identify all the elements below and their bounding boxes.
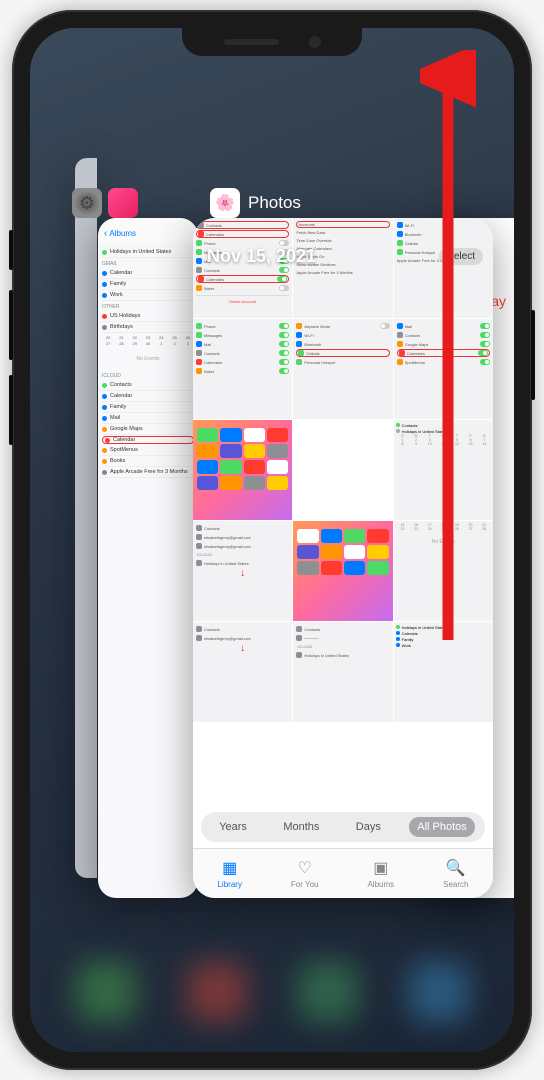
seg-all-photos[interactable]: All Photos [409,817,475,837]
photo-thumb[interactable]: Contacts elizabethgerry@gmail.com elizab… [193,521,292,621]
search-icon: 🔍 [446,858,466,878]
cal-item: Apple Arcade Free for 3 Months [110,469,188,475]
tab-library[interactable]: ▦ Library [217,858,241,889]
photo-thumb[interactable]: Contacts elizabethgerry@gmail.com ↓ [193,622,292,722]
photo-thumb[interactable]: Airplane Mode Wi-Fi Bluetooth Cellular P… [293,319,392,419]
tab-albums[interactable]: ▣ Albums [367,858,394,889]
settings-app-icon[interactable] [72,188,102,218]
screen: ‹ Albums Holidays in United States GMAIL… [30,28,514,1052]
cal-item: Family [110,281,126,287]
photo-thumb[interactable]: Phone Messages Mail Contacts Calendars N… [193,319,292,419]
cal-item: Work [110,292,123,298]
albums-icon: ▣ [373,858,388,878]
cal-item-highlighted: Calendar [113,437,135,443]
small-down-arrow-icon: ↓ [196,643,289,654]
cal-section: ICLOUD [102,370,194,380]
calendar-nav-header[interactable]: ‹ Albums [98,218,198,243]
cal-item: Books [110,458,125,464]
volume-down-button [9,375,13,445]
photo-thumb[interactable]: Contacts Calendars Phone Messages Mail C… [193,218,292,318]
mute-switch [9,230,13,270]
cal-item: Google Maps [110,426,143,432]
iphone-frame: ‹ Albums Holidays in United States GMAIL… [12,10,532,1070]
app-card-title-photos: 🌸 Photos [210,188,301,218]
cal-item: Birthdays [110,324,133,330]
screenshot-app-icon[interactable] [108,188,138,218]
cal-item: Calendar [110,270,132,276]
photos-app-icon: 🌸 [210,188,240,218]
back-chevron-icon: ‹ [104,228,107,239]
app-card-settings[interactable] [75,158,97,878]
cal-item: Mail [110,415,120,421]
cal-item: Family [110,404,126,410]
tab-for-you[interactable]: ♡ For You [291,858,319,889]
photos-tab-bar: ▦ Library ♡ For You ▣ Albums 🔍 Search [193,848,493,898]
app-card-calendar[interactable]: ‹ Albums Holidays in United States GMAIL… [98,218,198,898]
power-button [531,310,535,400]
photos-view-segmented-control[interactable]: Years Months Days All Photos [201,812,485,842]
photos-app-name: Photos [248,193,301,213]
photo-thumb[interactable]: Contacts ───── ICLOUD Holidays in United… [293,622,392,722]
for-you-icon: ♡ [298,858,312,878]
library-icon: ▦ [222,858,237,878]
notch [182,28,362,56]
tab-search[interactable]: 🔍 Search [443,858,468,889]
swipe-up-arrow-annotation [420,50,476,650]
cal-section: OTHER [102,301,194,311]
cal-item: Holidays in United States [110,249,171,255]
no-events-label: No Events [102,348,194,370]
photos-date-header: Nov 15, 2021 [207,246,316,267]
cal-section: GMAIL [102,258,194,268]
cal-item: SpotMenus [110,447,138,453]
cal-item: Contacts [110,382,132,388]
small-down-arrow-icon: ↓ [196,568,289,579]
seg-months[interactable]: Months [275,817,327,837]
volume-up-button [9,290,13,360]
cal-item: US Holidays [110,313,140,319]
cal-item: Calendar [110,393,132,399]
photo-thumb[interactable] [293,420,392,520]
photo-thumb-homescreen[interactable] [293,521,392,621]
photo-thumb[interactable]: Accounts Fetch New Data Time Zone Overri… [293,218,392,318]
seg-years[interactable]: Years [211,817,255,837]
back-label: Albums [109,229,136,238]
seg-days[interactable]: Days [348,817,389,837]
photo-thumb-homescreen[interactable] [193,420,292,520]
